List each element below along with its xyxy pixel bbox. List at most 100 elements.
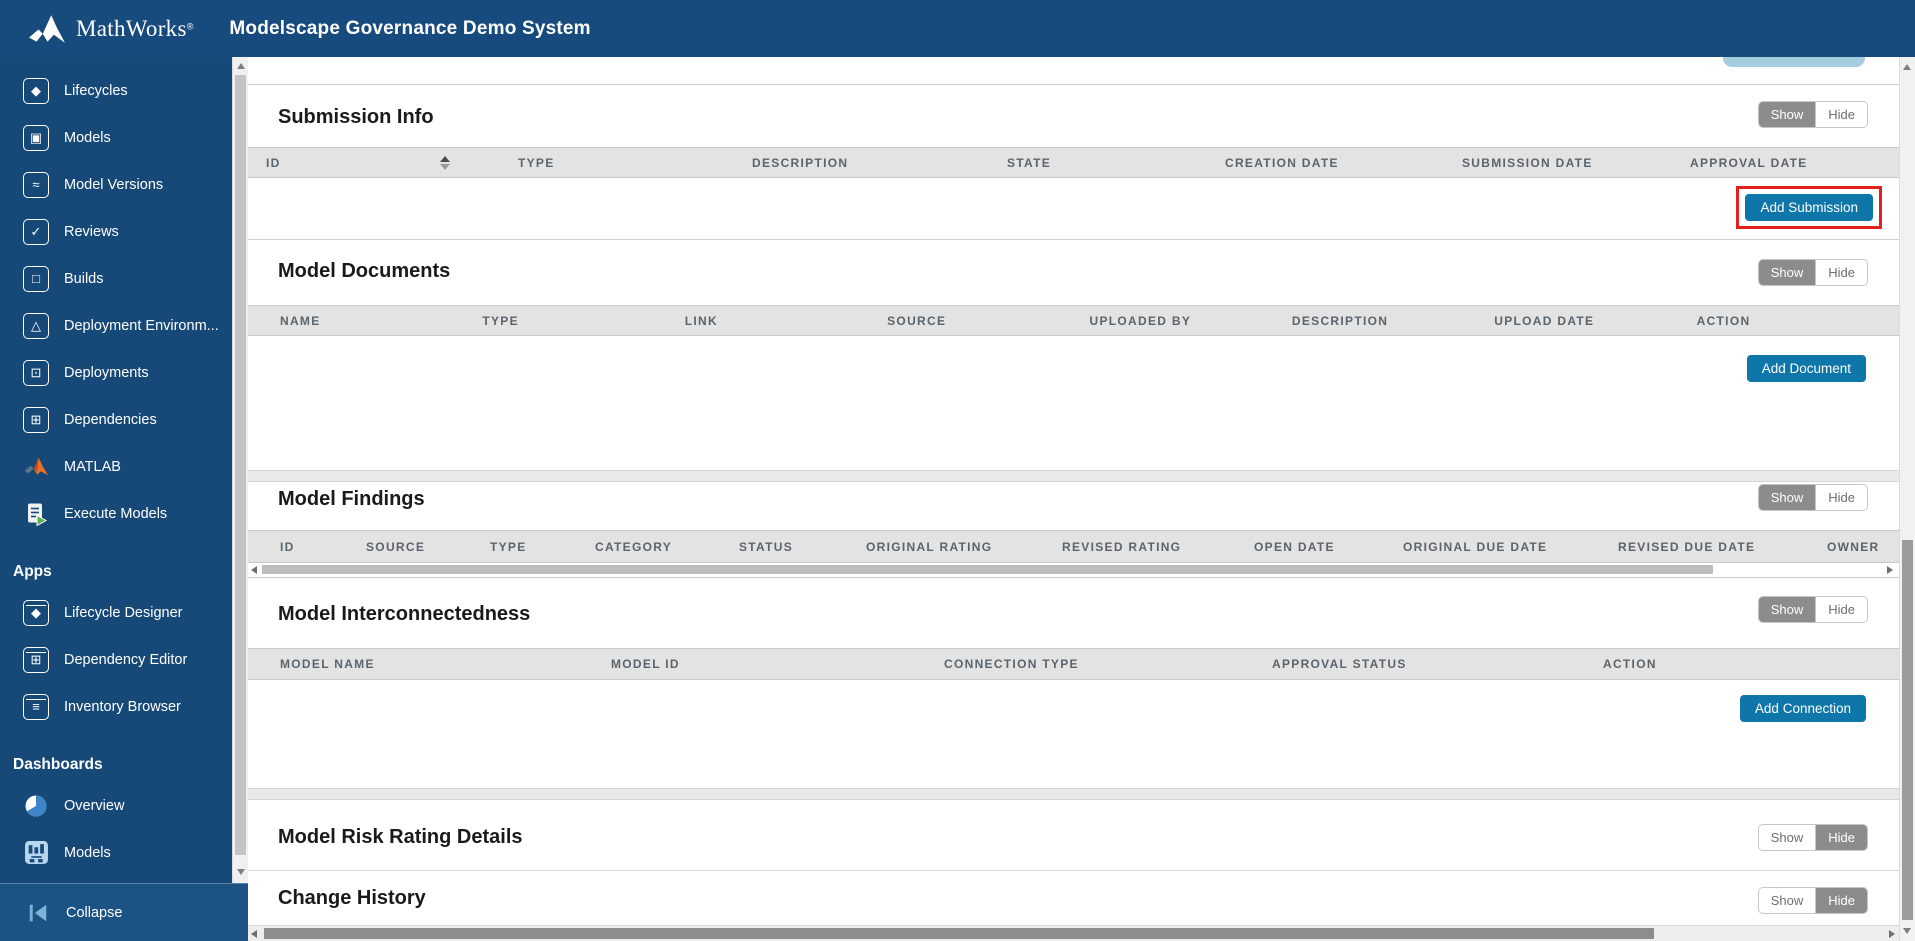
horizontal-scrollbar-thumb[interactable] xyxy=(262,565,1713,574)
column-header-model-name: MODEL NAME xyxy=(280,657,375,671)
sidebar-scrollbar-thumb[interactable] xyxy=(235,75,246,855)
column-header-open-date: OPEN DATE xyxy=(1254,539,1335,554)
add-document-button[interactable]: Add Document xyxy=(1746,355,1866,382)
show-button[interactable]: Show xyxy=(1758,485,1816,510)
hide-button[interactable]: Hide xyxy=(1815,485,1867,510)
table-body: Add Submission xyxy=(248,178,1899,240)
column-header-type: TYPE xyxy=(482,313,519,328)
table-body: Add Connection xyxy=(248,680,1899,788)
mathworks-triangle-icon xyxy=(29,14,65,43)
table-header-row: NAME TYPE LINK SOURCE UPLOADED BY DESCRI… xyxy=(248,305,1899,336)
section-model-documents: Model Documents Show Hide NAME TYPE LINK… xyxy=(248,240,1899,470)
collapse-icon xyxy=(25,900,51,926)
horizontal-scrollbar-thumb[interactable] xyxy=(264,928,1654,939)
hide-button[interactable]: Hide xyxy=(1815,597,1867,622)
column-header-id: ID xyxy=(266,155,281,170)
hide-button[interactable]: Hide xyxy=(1815,888,1867,913)
section-title: Change History xyxy=(278,887,426,909)
show-button[interactable]: Show xyxy=(1758,597,1816,622)
column-header-source: SOURCE xyxy=(887,313,947,328)
show-button[interactable]: Show xyxy=(1758,102,1816,127)
sidebar-item-execute-models[interactable]: Execute Models xyxy=(0,490,232,537)
scroll-right-arrow-icon[interactable] xyxy=(1887,566,1893,574)
column-header-approval-date: APPROVAL DATE xyxy=(1690,155,1808,170)
column-header-name: NAME xyxy=(280,313,321,328)
add-connection-button[interactable]: Add Connection xyxy=(1739,695,1866,722)
registered-mark: ® xyxy=(186,21,194,32)
column-header-upload-date: UPLOAD DATE xyxy=(1494,313,1595,328)
show-hide-toggle: Show Hide xyxy=(1758,888,1867,913)
column-header-creation-date: CREATION DATE xyxy=(1225,155,1339,170)
scroll-right-arrow-icon[interactable] xyxy=(1889,930,1895,938)
dependencies-icon: ⊞ xyxy=(23,406,49,433)
sidebar-item-dependency-editor[interactable]: ⊞ Dependency Editor xyxy=(0,636,232,683)
sidebar-item-inventory-browser[interactable]: ≡ Inventory Browser xyxy=(0,683,232,730)
sidebar-item-models[interactable]: ▣ Models xyxy=(0,114,232,161)
vertical-scrollbar-thumb[interactable] xyxy=(1902,540,1913,920)
column-header-submission-date: SUBMISSION DATE xyxy=(1462,155,1593,170)
sidebar-item-dependencies[interactable]: ⊞ Dependencies xyxy=(0,396,232,443)
hide-button[interactable]: Hide xyxy=(1815,260,1867,285)
annotation-highlight: Add Submission xyxy=(1736,186,1882,229)
column-header-link: LINK xyxy=(684,313,718,328)
findings-horizontal-scrollbar xyxy=(248,563,1899,578)
column-header-action: ACTION xyxy=(1603,657,1657,671)
scroll-left-arrow-icon[interactable] xyxy=(251,566,257,574)
sidebar-item-deployments[interactable]: ⊡ Deployments xyxy=(0,349,232,396)
add-submission-button[interactable]: Add Submission xyxy=(1745,194,1873,221)
scroll-left-arrow-icon[interactable] xyxy=(251,930,257,938)
scroll-up-arrow-icon[interactable] xyxy=(237,63,245,69)
lifecycles-icon: ◆ xyxy=(23,77,49,104)
sidebar: ◆ Lifecycles ▣ Models ≈ Model Versions ✓… xyxy=(0,57,232,883)
sidebar-item-deployment-environments[interactable]: △ Deployment Environm... xyxy=(0,302,232,349)
section-change-history: Change History Show Hide xyxy=(248,871,1899,925)
column-header-status: STATUS xyxy=(739,539,794,554)
mathworks-logo: MathWorks® xyxy=(0,13,193,45)
sidebar-item-model-versions[interactable]: ≈ Model Versions xyxy=(0,161,232,208)
sidebar-item-overview[interactable]: Overview xyxy=(0,782,232,829)
collapse-button[interactable]: Collapse xyxy=(0,883,248,941)
sidebar-item-reviews[interactable]: ✓ Reviews xyxy=(0,208,232,255)
show-hide-toggle: Show Hide xyxy=(1758,102,1867,127)
table-header-row: ID SOURCE TYPE CATEGORY STATUS ORIGINAL … xyxy=(248,530,1899,563)
deployments-icon: ⊡ xyxy=(23,359,49,386)
section-title: Submission Info xyxy=(278,106,434,128)
sidebar-item-lifecycles[interactable]: ◆ Lifecycles xyxy=(0,67,232,114)
sidebar-item-lifecycle-designer[interactable]: ◆ Lifecycle Designer xyxy=(0,589,232,636)
lifecycle-designer-icon: ◆ xyxy=(23,599,49,626)
scroll-down-arrow-icon[interactable] xyxy=(237,869,245,875)
show-button[interactable]: Show xyxy=(1758,260,1816,285)
section-title: Model Documents xyxy=(278,260,451,282)
sidebar-item-models-dashboard[interactable]: Models xyxy=(0,829,232,876)
column-header-action: ACTION xyxy=(1696,313,1751,328)
scroll-down-arrow-icon[interactable] xyxy=(1903,928,1911,934)
overview-pie-icon xyxy=(23,793,49,819)
column-header-original-due-date: ORIGINAL DUE DATE xyxy=(1403,539,1548,554)
sidebar-item-matlab[interactable]: MATLAB xyxy=(0,443,232,490)
sort-icon[interactable] xyxy=(440,155,450,170)
column-header-description: DESCRIPTION xyxy=(1291,313,1389,328)
partial-button[interactable] xyxy=(1723,57,1865,67)
show-hide-toggle: Show Hide xyxy=(1758,825,1867,850)
page-title: Modelscape Governance Demo System xyxy=(229,17,591,39)
show-button[interactable]: Show xyxy=(1758,888,1816,913)
show-hide-toggle: Show Hide xyxy=(1758,485,1867,510)
section-title: Model Interconnectedness xyxy=(278,603,531,625)
table-body: Add Document xyxy=(248,336,1899,470)
column-header-category: CATEGORY xyxy=(595,539,673,554)
column-header-owner: OWNER xyxy=(1827,539,1880,554)
table-header-row: MODEL NAME MODEL ID CONNECTION TYPE APPR… xyxy=(248,648,1899,680)
hide-button[interactable]: Hide xyxy=(1815,102,1867,127)
scroll-up-arrow-icon[interactable] xyxy=(1903,64,1911,70)
hide-button[interactable]: Hide xyxy=(1815,825,1867,850)
column-header-source: SOURCE xyxy=(366,539,426,554)
column-header-original-rating: ORIGINAL RATING xyxy=(866,539,993,554)
model-versions-icon: ≈ xyxy=(23,171,49,198)
sidebar-item-builds[interactable]: □ Builds xyxy=(0,255,232,302)
section-model-risk-rating-details: Model Risk Rating Details Show Hide xyxy=(248,800,1899,871)
column-header-state: STATE xyxy=(1007,155,1052,170)
show-button[interactable]: Show xyxy=(1758,825,1816,850)
brand-text: MathWorks® xyxy=(76,15,194,41)
section-model-findings: Model Findings Show Hide ID SOURCE TYPE … xyxy=(248,482,1899,578)
show-hide-toggle: Show Hide xyxy=(1758,260,1867,285)
